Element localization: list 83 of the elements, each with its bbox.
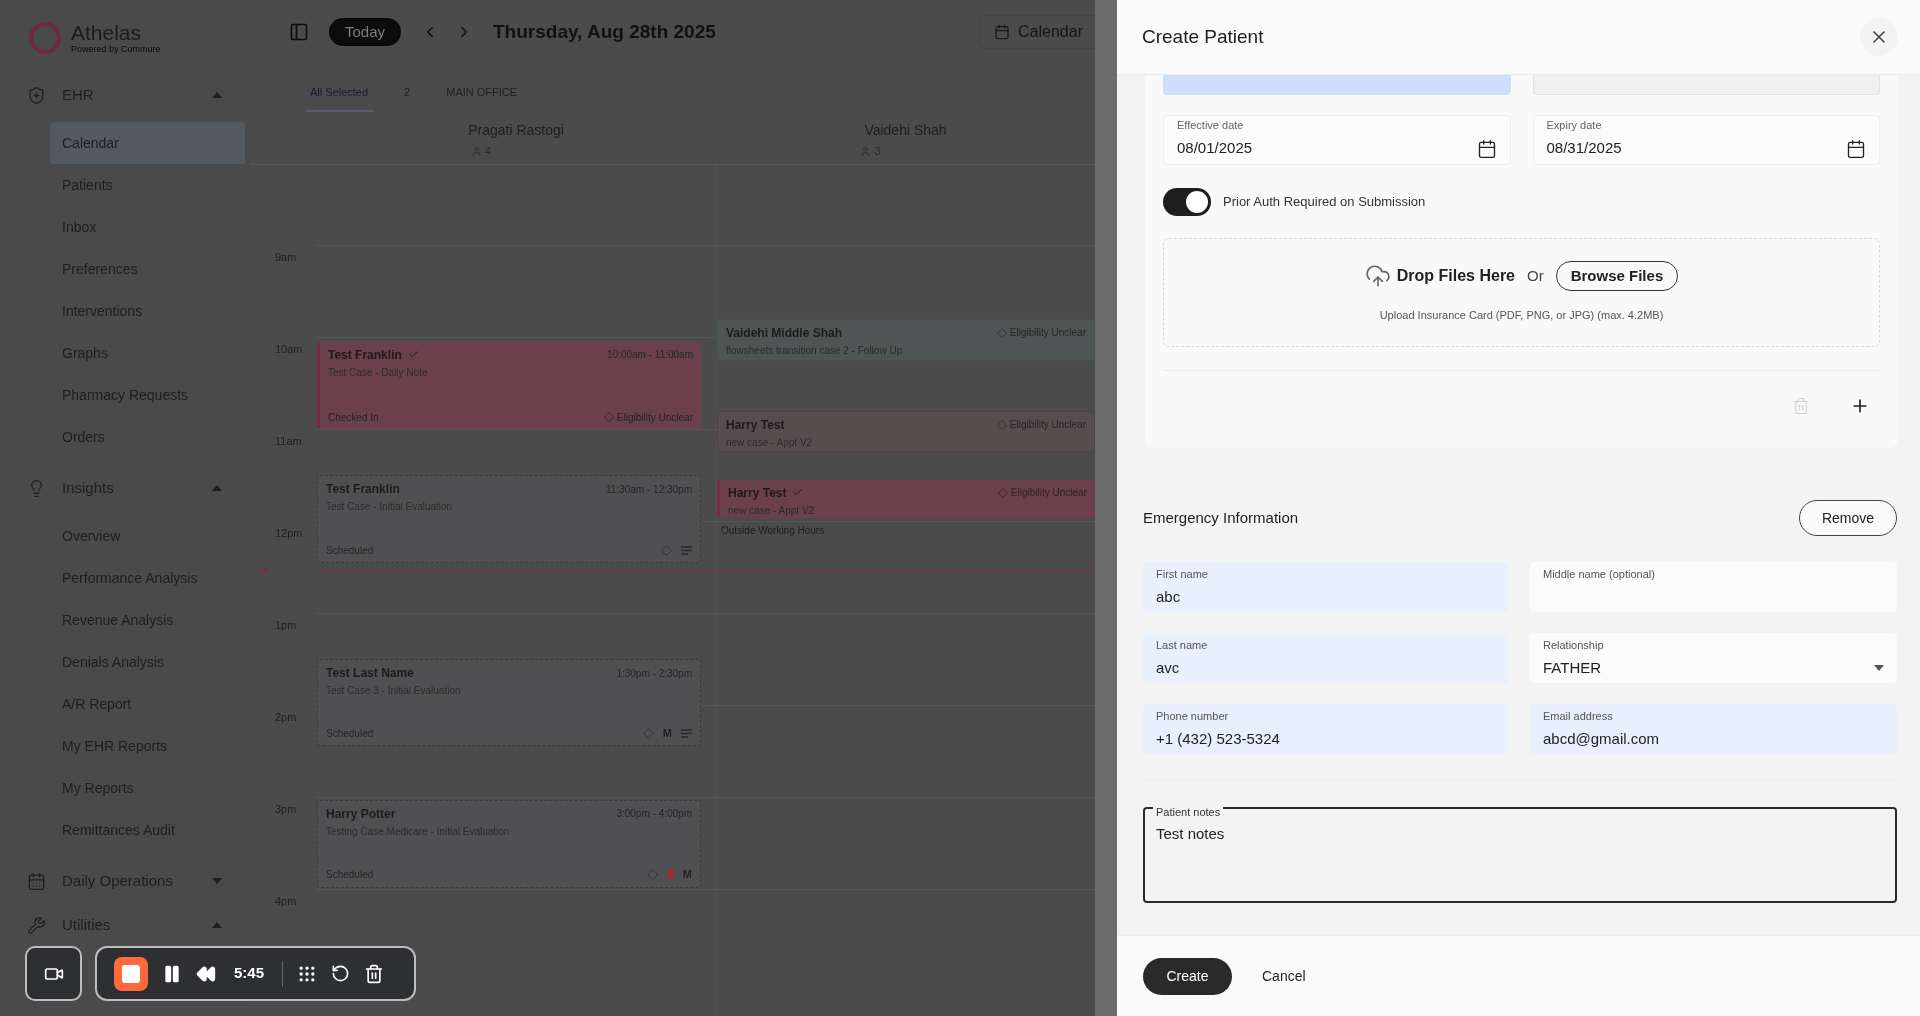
calendar-icon [27,871,46,891]
input-field[interactable] [1532,75,1880,95]
billing-marker: $ [667,866,674,884]
drop-files-label: Drop Files Here [1396,266,1515,287]
diamond-icon [996,327,1007,338]
patient-name: Harry Test [728,484,787,502]
diamond-icon [997,487,1008,498]
person-icon [470,145,482,157]
toggle-switch[interactable] [1163,188,1211,216]
status-label: Checked In [328,411,379,425]
input-field[interactable]: Middle name (optional) [1530,562,1897,612]
field-label: Middle name (optional) [1543,569,1656,580]
field-label: Patient notes [1153,807,1224,818]
calendar-icon [1476,138,1497,159]
toggle-label: Prior Auth Required on Submission [1223,193,1426,212]
date-field[interactable]: Effective date 08/01/2025 [1163,115,1511,165]
date-title: Thursday, Aug 28th 2025 [493,19,716,44]
caret-down-icon [1874,664,1884,671]
remove-button[interactable]: Remove [1799,500,1897,536]
sidebar-toggle-icon[interactable] [289,22,309,42]
field-value: 08/01/2025 [1177,138,1253,159]
person-icon [860,145,872,157]
field-label: Relationship [1543,640,1605,651]
field-label: Email address [1543,711,1614,722]
camera-button[interactable] [25,946,82,1001]
diamond-icon [661,545,672,557]
cancel-button[interactable]: Cancel [1262,965,1306,987]
today-button[interactable]: Today [329,18,401,46]
upload-hint: Upload Insurance Card (PDF, PNG, or JPG) (max. 4.2MB) [1379,308,1664,324]
patient-name: Test Franklin [328,346,402,364]
appointment-card[interactable]: Test Franklin 10:00am - 11:00am Test Case - Daily Note Checked In Eligibility Unclear [317,341,701,429]
recording-time: 5:45 [234,963,265,984]
field-label: Last name [1156,640,1209,651]
case-name: Test Case - Daily Note [328,365,429,380]
section-title: Emergency Information [1143,507,1299,528]
field-value: Test notes [1156,824,1226,844]
lines-icon [681,546,692,556]
field-value: abc [1156,589,1181,604]
close-button[interactable] [1860,18,1898,56]
field-label: Effective date [1177,120,1245,132]
field-value: +1 (432) 523-5324 [1156,731,1280,746]
logo-icon [27,20,63,56]
wrench-icon [27,915,46,935]
input-field[interactable]: Last name avc [1143,633,1508,683]
or-label: Or [1527,266,1544,286]
rewind-icon[interactable] [196,963,216,984]
input-field[interactable]: Email address abcd@gmail.com [1530,704,1897,754]
field-label: Phone number [1156,711,1230,722]
input-field[interactable]: Phone number +1 (432) 523-5324 [1143,704,1508,754]
trash-icon[interactable] [364,963,385,984]
current-time-marker-icon [263,565,269,574]
date-field[interactable]: Expiry date 08/31/2025 [1532,115,1880,165]
appointment-time: 10:00am - 11:00am [607,348,693,363]
field-label: First name [1156,569,1209,580]
shield-icon [27,85,46,105]
patient-name: Test Franklin [326,481,400,498]
stop-button[interactable] [114,956,148,991]
drawer-title: Create Patient [1142,24,1265,49]
calendar-icon [1846,138,1866,159]
input-field[interactable] [1163,75,1511,95]
field-label: Expiry date [1546,120,1603,132]
sidebar-item[interactable]: Calendar [50,122,245,164]
field-value: FATHER [1543,660,1602,675]
restart-icon[interactable] [331,964,351,983]
create-button[interactable]: Create [1143,957,1232,995]
diamond-icon [642,727,654,739]
notes-field[interactable]: Patient notes Test notes [1143,807,1897,903]
calendar-icon [994,24,1011,40]
diamond-icon [603,412,614,423]
field-value: avc [1156,660,1180,675]
select-field[interactable]: Relationship FATHER [1530,633,1897,683]
field-value: abcd@gmail.com [1543,731,1660,746]
calendar-view-button[interactable]: Calendar [979,15,1095,49]
lines-icon [681,728,692,738]
input-field[interactable]: First name abc [1143,562,1508,612]
patient-name: Vaidehi Middle Shah [726,324,843,342]
eligibility-label: Eligibility Unclear [616,411,693,425]
diamond-icon [647,868,659,880]
diamond-icon [996,419,1007,430]
patient-name: Harry Test [726,416,785,434]
eligibility-label: Eligibility Unclear [1010,486,1087,501]
field-value: 08/31/2025 [1546,138,1622,159]
pause-icon[interactable] [162,963,182,984]
